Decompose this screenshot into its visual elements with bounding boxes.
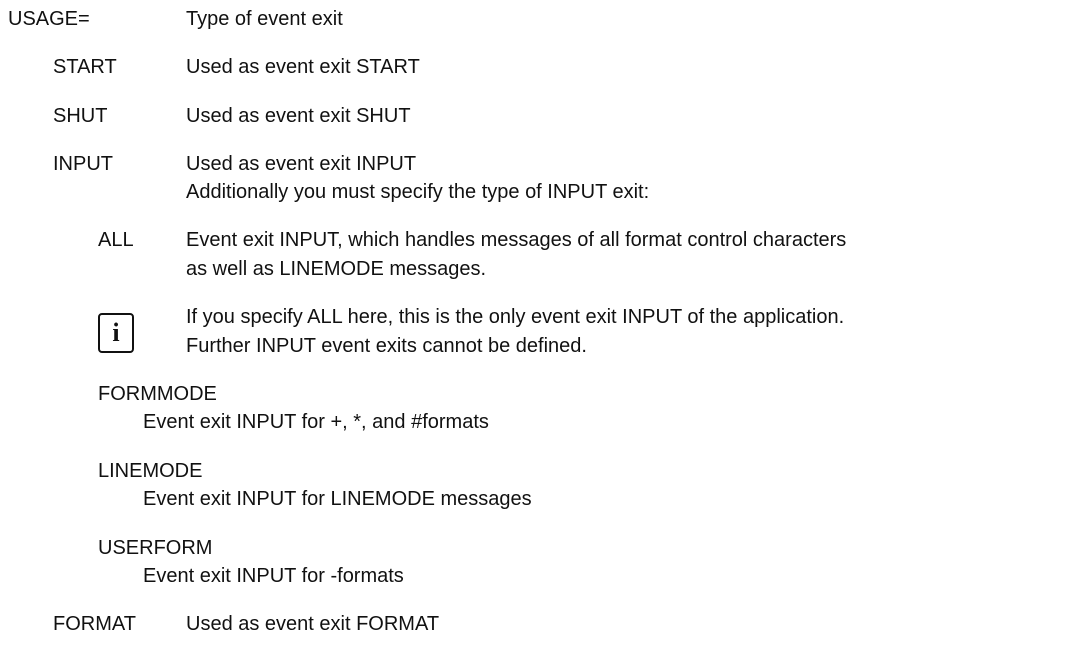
option-note-input: Additionally you must specify the type o… (186, 181, 650, 203)
input-type-description-all-line2: as well as LINEMODE messages. (186, 258, 487, 280)
input-type-description-formmode: Event exit INPUT for +, *, and #formats (143, 411, 489, 433)
input-type-term-formmode: FORMMODE (98, 383, 217, 405)
option-description-format: Used as event exit FORMAT (186, 613, 440, 635)
input-type-description-all-line1: Event exit INPUT, which handles messages… (186, 229, 847, 251)
input-type-description-linemode: Event exit INPUT for LINEMODE messages (143, 488, 532, 510)
input-type-term-linemode: LINEMODE (98, 460, 203, 482)
info-icon: i (98, 313, 134, 353)
option-description-start: Used as event exit START (186, 56, 420, 78)
input-type-term-userform: USERFORM (98, 537, 213, 559)
input-type-description-userform: Event exit INPUT for -formats (143, 565, 404, 587)
input-type-term-all: ALL (98, 229, 134, 251)
usage-description: Type of event exit (186, 8, 343, 30)
option-description-input: Used as event exit INPUT (186, 153, 417, 175)
usage-term: USAGE= (8, 8, 90, 30)
option-description-shut: Used as event exit SHUT (186, 105, 411, 127)
option-term-start: START (53, 56, 117, 78)
option-term-input: INPUT (53, 153, 113, 175)
option-term-format: FORMAT (53, 613, 136, 635)
info-note-line1: If you specify ALL here, this is the onl… (186, 306, 845, 328)
option-term-shut: SHUT (53, 105, 108, 127)
info-note-line2: Further INPUT event exits cannot be defi… (186, 335, 587, 357)
